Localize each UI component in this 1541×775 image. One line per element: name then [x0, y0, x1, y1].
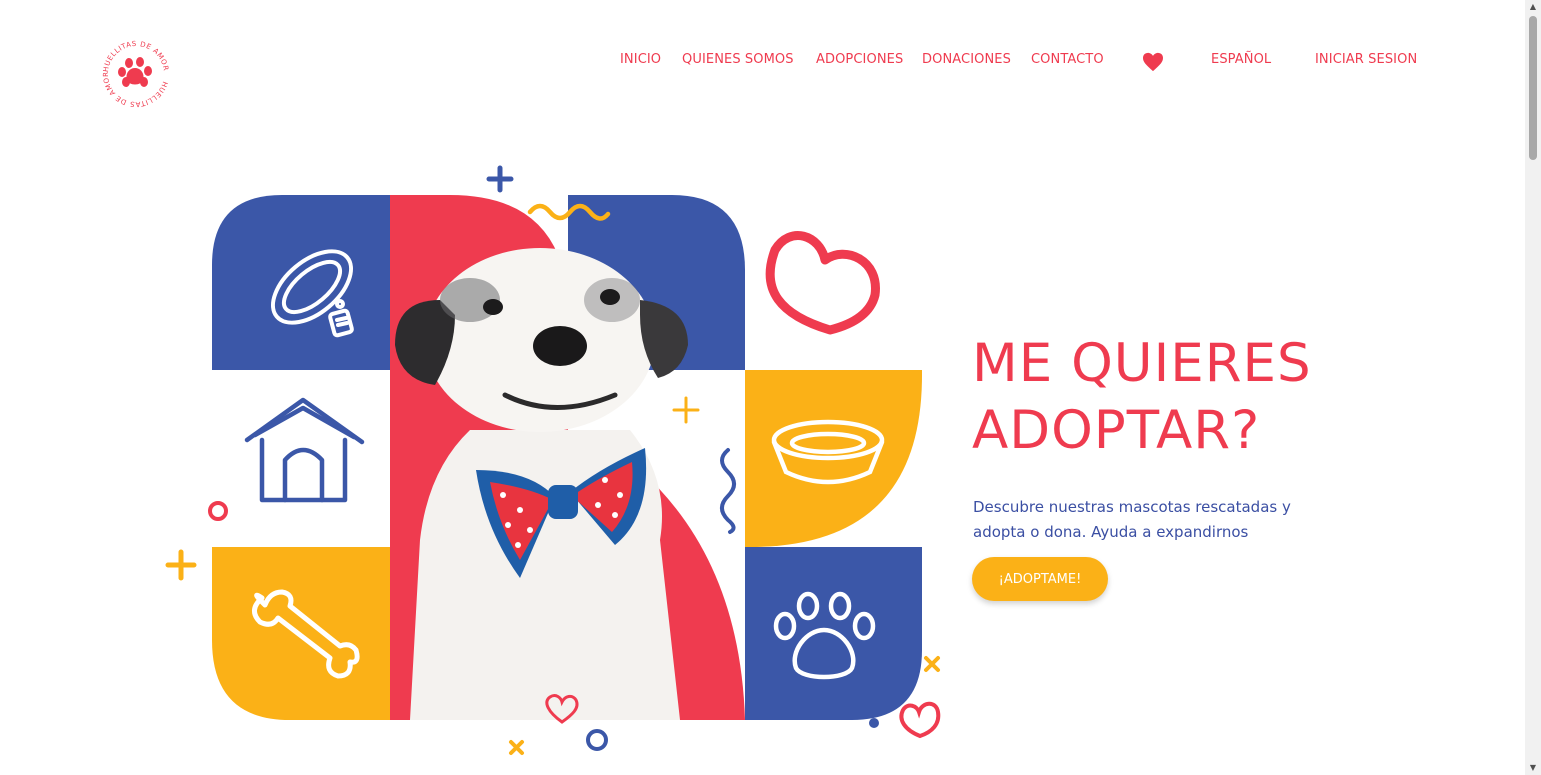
scroll-thumb[interactable] [1529, 16, 1537, 160]
scroll-down-arrow-icon[interactable]: ▼ [1528, 763, 1538, 773]
decor-circle-blue [586, 729, 608, 751]
nav-donaciones[interactable]: DONACIONES [922, 52, 1011, 67]
language-selector[interactable]: ESPAÑOL [1211, 52, 1271, 67]
decor-circle-red [208, 501, 228, 521]
hero-title-line1: ME QUIERES [972, 333, 1312, 394]
nav-contacto[interactable]: CONTACTO [1031, 52, 1104, 67]
hero-description: Descubre nuestras mascotas rescatadas y … [973, 498, 1291, 541]
scroll-up-arrow-icon[interactable]: ▲ [1528, 2, 1538, 12]
hero-title: ME QUIERES ADOPTAR? [972, 330, 1392, 464]
adopt-button[interactable]: ¡ADOPTAME! [972, 557, 1108, 601]
page-scrollbar[interactable]: ▲ ▼ [1525, 0, 1541, 775]
svg-text:HUELLITAS DE AMOR: HUELLITAS DE AMOR [102, 40, 170, 73]
logo-badge: HUELLITAS DE AMOR HUELLITAS DE AMOR [102, 40, 170, 108]
favorites-heart-icon[interactable] [1142, 52, 1164, 72]
nav-inicio[interactable]: INICIO [620, 52, 661, 67]
heart-outline-icon [765, 231, 880, 335]
hero-illustration [160, 160, 960, 760]
dog-photo [395, 248, 688, 720]
nav-quienes-somos[interactable]: QUIENES SOMOS [682, 52, 794, 67]
doghouse-icon [244, 397, 365, 503]
hero-title-line2: ADOPTAR? [972, 400, 1261, 461]
paw-icon [118, 57, 152, 87]
collar-tile [212, 195, 390, 370]
decor-plus-yellow [165, 549, 197, 581]
brand-logo[interactable]: HUELLITAS DE AMOR HUELLITAS DE AMOR [96, 34, 176, 114]
decor-dot-blue [869, 718, 879, 728]
nav-adopciones[interactable]: ADOPCIONES [816, 52, 903, 67]
decor-plus-yellow-small [672, 396, 700, 424]
decor-heart-outline [899, 701, 941, 739]
decor-squiggle-blue [720, 448, 736, 534]
logo-text-top: HUELLITAS DE AMOR [102, 40, 169, 73]
decor-plus-blue [486, 165, 514, 193]
login-link[interactable]: INICIAR SESION [1315, 52, 1417, 67]
